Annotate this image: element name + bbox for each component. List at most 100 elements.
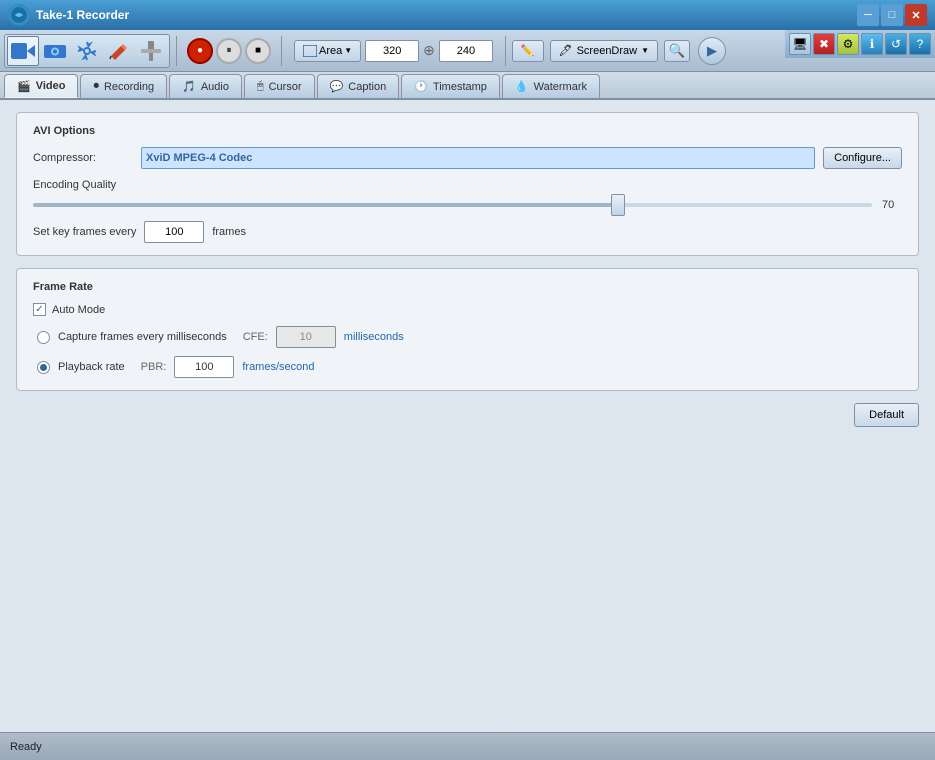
tab-watermark[interactable]: 💧 Watermark bbox=[502, 74, 600, 98]
tab-caption-icon: 💬 bbox=[330, 80, 344, 93]
capture-frames-row: Capture frames every milliseconds CFE: m… bbox=[37, 326, 902, 348]
title-bar: Take-1 Recorder ─ □ ✕ bbox=[0, 0, 935, 30]
area-separator: ⊕ bbox=[423, 42, 435, 59]
help-icon-btn[interactable]: ⚙ bbox=[837, 33, 859, 55]
title-bar-left: Take-1 Recorder bbox=[8, 4, 129, 26]
app-window: Take-1 Recorder ─ □ ✕ 🖥 ✖ ⚙ ℹ ↺ ? bbox=[0, 0, 935, 760]
tabs-row: 🎬 Video ⏺ Recording 🎵 Audio 🖱 Cursor 💬 C… bbox=[0, 72, 935, 100]
toolbar-sep-3 bbox=[505, 36, 506, 66]
tab-caption[interactable]: 💬 Caption bbox=[317, 74, 400, 98]
auto-mode-label: Auto Mode bbox=[52, 304, 105, 316]
play-button[interactable]: ▶ bbox=[698, 37, 726, 65]
settings-nav-btn[interactable] bbox=[71, 36, 103, 66]
area-width-input[interactable] bbox=[365, 40, 419, 62]
toolbar-sep-1 bbox=[176, 36, 177, 66]
quality-slider[interactable] bbox=[33, 203, 872, 207]
radio-group: Capture frames every milliseconds CFE: m… bbox=[33, 326, 902, 378]
status-bar: Ready bbox=[0, 732, 935, 760]
keyframe-unit: frames bbox=[212, 226, 252, 238]
record-controls: ● ⏸ ■ bbox=[183, 38, 275, 64]
zoom-icon: 🔍 bbox=[669, 43, 686, 59]
tab-timestamp[interactable]: 🕐 Timestamp bbox=[401, 74, 500, 98]
playback-radio[interactable] bbox=[37, 361, 50, 374]
monitor-icon-btn[interactable]: 🖥 bbox=[789, 33, 811, 55]
pen-button[interactable]: ✏️ bbox=[512, 40, 544, 62]
main-nav-group bbox=[4, 34, 170, 68]
minimize-button[interactable]: ─ bbox=[857, 4, 879, 26]
keyframe-input[interactable] bbox=[144, 221, 204, 243]
tab-audio[interactable]: 🎵 Audio bbox=[169, 74, 242, 98]
playback-label: Playback rate bbox=[58, 361, 125, 373]
keyframe-row: Set key frames every frames bbox=[33, 221, 902, 243]
compressor-select[interactable]: XviD MPEG-4 Codec bbox=[141, 147, 815, 169]
pbr-input[interactable] bbox=[174, 356, 234, 378]
tab-watermark-label: Watermark bbox=[534, 81, 587, 93]
window-title: Take-1 Recorder bbox=[36, 8, 129, 22]
area-height-input[interactable] bbox=[439, 40, 493, 62]
tab-video[interactable]: 🎬 Video bbox=[4, 74, 78, 98]
avi-options-section: AVI Options Compressor: XviD MPEG-4 Code… bbox=[16, 112, 919, 256]
edit-nav-btn[interactable] bbox=[103, 36, 135, 66]
camera-nav-btn[interactable] bbox=[39, 36, 71, 66]
default-button[interactable]: Default bbox=[854, 403, 919, 427]
tab-timestamp-icon: 🕐 bbox=[414, 80, 428, 93]
tab-caption-label: Caption bbox=[348, 81, 386, 93]
keyframe-label: Set key frames every bbox=[33, 226, 136, 238]
auto-mode-checkbox[interactable]: ✓ bbox=[33, 303, 46, 316]
info-icon-btn[interactable]: ℹ bbox=[861, 33, 883, 55]
title-bar-controls: ─ □ ✕ bbox=[857, 4, 927, 26]
configure-button[interactable]: Configure... bbox=[823, 147, 902, 169]
frame-rate-title: Frame Rate bbox=[33, 281, 902, 293]
tab-timestamp-label: Timestamp bbox=[433, 81, 487, 93]
tab-cursor-label: Cursor bbox=[269, 81, 302, 93]
pause-button[interactable]: ⏸ bbox=[216, 38, 242, 64]
area-dropdown-icon: ▼ bbox=[344, 46, 352, 55]
maximize-button[interactable]: □ bbox=[881, 4, 903, 26]
quality-slider-row: 70 bbox=[33, 199, 902, 211]
tab-watermark-icon: 💧 bbox=[515, 80, 529, 93]
area-controls: Area ▼ ⊕ bbox=[288, 40, 499, 62]
record-nav-btn[interactable] bbox=[7, 36, 39, 66]
refresh-icon-btn[interactable]: ↺ bbox=[885, 33, 907, 55]
frame-rate-section: Frame Rate ✓ Auto Mode Capture frames ev… bbox=[16, 268, 919, 391]
area-label: Area bbox=[319, 45, 342, 57]
close-button[interactable]: ✕ bbox=[905, 4, 927, 26]
tab-cursor-icon: 🖱 bbox=[257, 80, 264, 93]
status-text: Ready bbox=[10, 741, 42, 753]
pbr-label: PBR: bbox=[141, 361, 167, 373]
capture-radio[interactable] bbox=[37, 331, 50, 344]
encoding-quality-label: Encoding Quality bbox=[33, 179, 902, 191]
tab-cursor[interactable]: 🖱 Cursor bbox=[244, 74, 315, 98]
toolbar-sep-2 bbox=[281, 36, 282, 66]
compressor-label: Compressor: bbox=[33, 152, 133, 164]
auto-mode-row: ✓ Auto Mode bbox=[33, 303, 902, 316]
playback-rate-row: Playback rate PBR: frames/second bbox=[37, 356, 902, 378]
tab-recording-label: Recording bbox=[104, 81, 154, 93]
capture-label: Capture frames every milliseconds bbox=[58, 331, 227, 343]
tab-recording-icon: ⏺ bbox=[93, 80, 99, 93]
pen-icon: ✏️ bbox=[521, 44, 535, 57]
quality-value: 70 bbox=[882, 199, 902, 211]
screendraw-button[interactable]: 🖊 ScreenDraw ▼ bbox=[550, 40, 658, 62]
screendraw-label: ScreenDraw bbox=[577, 45, 638, 57]
area-button[interactable]: Area ▼ bbox=[294, 40, 361, 62]
avi-options-title: AVI Options bbox=[33, 125, 902, 137]
compressor-row: Compressor: XviD MPEG-4 Codec Configure.… bbox=[33, 147, 902, 169]
tab-audio-label: Audio bbox=[201, 81, 229, 93]
tools-nav-btn[interactable] bbox=[135, 36, 167, 66]
zoom-button[interactable]: 🔍 bbox=[664, 40, 690, 62]
tab-audio-icon: 🎵 bbox=[182, 80, 196, 93]
video-tab-content: AVI Options Compressor: XviD MPEG-4 Code… bbox=[0, 100, 935, 439]
stop-button[interactable]: ■ bbox=[245, 38, 271, 64]
screendraw-dropdown-icon: ▼ bbox=[641, 46, 649, 55]
content-area: AVI Options Compressor: XviD MPEG-4 Code… bbox=[0, 100, 935, 760]
cfe-label: CFE: bbox=[243, 331, 268, 343]
question-icon-btn[interactable]: ? bbox=[909, 33, 931, 55]
cfe-input[interactable] bbox=[276, 326, 336, 348]
cfe-unit: milliseconds bbox=[344, 331, 404, 343]
record-button[interactable]: ● bbox=[187, 38, 213, 64]
tab-video-label: Video bbox=[36, 80, 66, 92]
tab-video-icon: 🎬 bbox=[17, 80, 31, 93]
close-icon-btn[interactable]: ✖ bbox=[813, 33, 835, 55]
tab-recording[interactable]: ⏺ Recording bbox=[80, 74, 167, 98]
